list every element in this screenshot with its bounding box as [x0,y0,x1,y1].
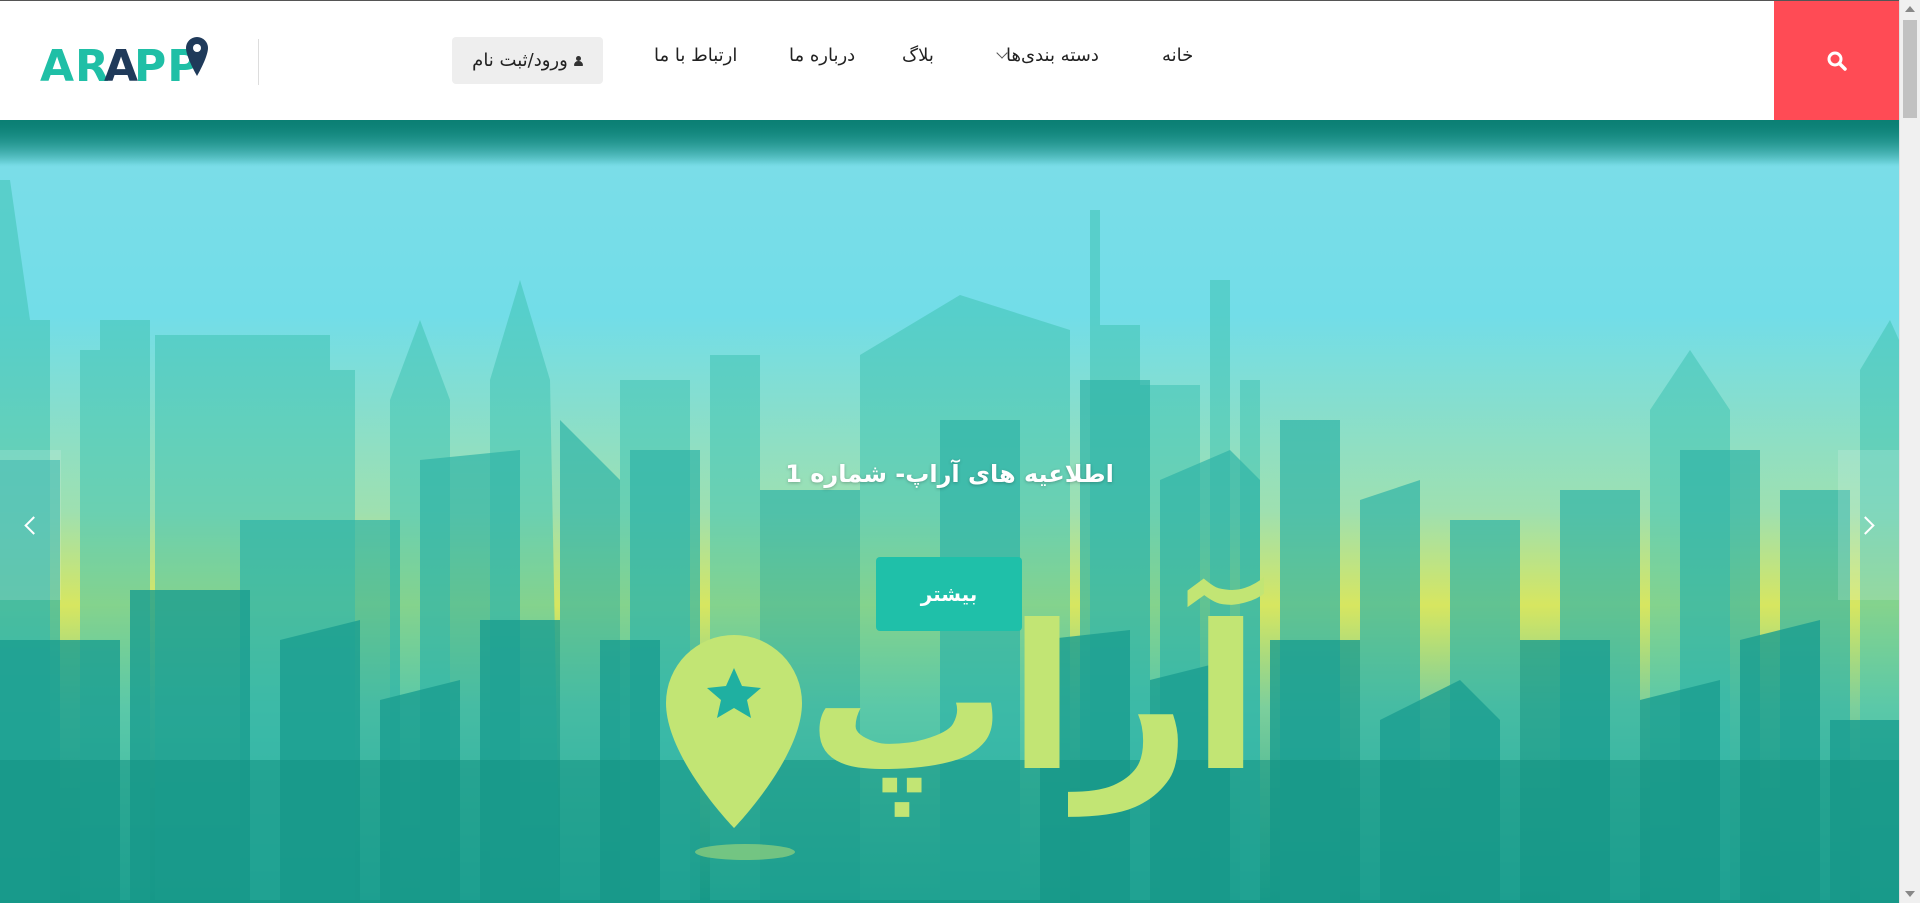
nav-home[interactable]: خانه [1162,45,1193,66]
chevron-right-icon [1856,515,1875,535]
chevron-left-icon [24,515,43,535]
login-register-label: ورود/ثبت نام [472,50,568,71]
nav-contact[interactable]: ارتباط با ما [654,45,737,66]
hero-slider: آراپ اطلاعیه های آراپ- شماره 1 بیشتر [0,120,1899,903]
user-icon [573,55,583,66]
page-scrollbar[interactable] [1899,0,1920,903]
slide-title: اطلاعیه های آراپ- شماره 1 [785,460,1114,488]
site-header: AR A PP خانه دسته بندی‌ها بلاگ درباره ما… [0,0,1899,121]
nav-categories-label: دسته بندی‌ها [1006,45,1099,66]
svg-text:AR: AR [40,41,110,91]
search-button[interactable] [1774,1,1899,121]
slider-next-button[interactable] [1838,450,1899,600]
scroll-thumb[interactable] [1903,20,1917,118]
scroll-up-icon[interactable] [1905,6,1915,12]
slider-prev-button[interactable] [0,450,61,600]
search-icon [1827,51,1847,71]
login-register-button[interactable]: ورود/ثبت نام [452,37,603,84]
nav-blog[interactable]: بلاگ [902,45,934,66]
nav-categories[interactable]: دسته بندی‌ها [990,45,1099,66]
logo-divider [258,39,259,85]
arapp-logo[interactable]: AR A PP [40,33,215,91]
more-button[interactable]: بیشتر [876,557,1022,631]
svg-text:A: A [104,41,138,91]
scroll-down-icon[interactable] [1905,891,1915,897]
nav-about[interactable]: درباره ما [789,45,855,66]
